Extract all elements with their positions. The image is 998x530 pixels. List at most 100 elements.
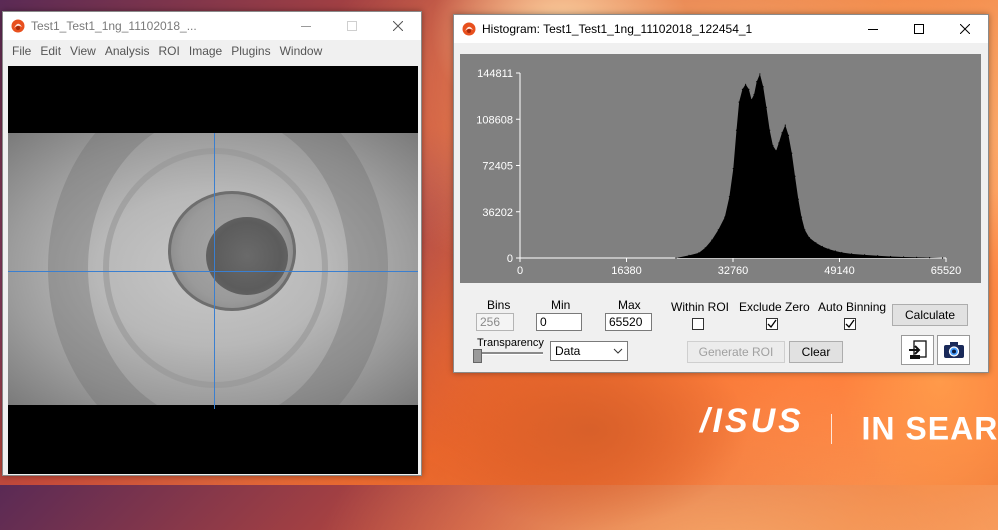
clear-button[interactable]: Clear bbox=[789, 341, 843, 363]
y-tick-label: 108608 bbox=[476, 114, 513, 126]
bins-label: Bins bbox=[487, 298, 510, 312]
y-tick-label: 72405 bbox=[482, 161, 513, 173]
histogram-point bbox=[756, 81, 757, 82]
snapshot-button[interactable] bbox=[937, 335, 970, 365]
histogram-point bbox=[822, 246, 823, 247]
histogram-point bbox=[815, 242, 816, 243]
transparency-slider-thumb[interactable] bbox=[473, 349, 482, 363]
histogram-area bbox=[676, 74, 943, 258]
histogram-point bbox=[751, 99, 752, 100]
export-icon bbox=[907, 339, 929, 361]
check-icon bbox=[845, 319, 855, 329]
min-label: Min bbox=[551, 298, 570, 312]
histogram-point bbox=[776, 150, 777, 151]
maximize-icon bbox=[914, 24, 924, 34]
histogram-point bbox=[890, 256, 891, 257]
histogram-point bbox=[711, 240, 712, 241]
image-window[interactable]: Test1_Test1_1ng_11102018_... File Edit V… bbox=[2, 11, 422, 476]
max-field[interactable]: 65520 bbox=[605, 313, 652, 331]
window-title: Histogram: Test1_Test1_1ng_11102018_1224… bbox=[482, 22, 752, 36]
histogram-point bbox=[804, 229, 805, 230]
close-button[interactable] bbox=[375, 12, 421, 40]
fiji-app-icon bbox=[11, 19, 25, 33]
histogram-point bbox=[718, 229, 719, 230]
desktop-brand: /ISUS IN SEARC bbox=[700, 402, 998, 447]
histogram-point bbox=[828, 249, 829, 250]
menu-edit[interactable]: Edit bbox=[36, 44, 66, 58]
min-field[interactable]: 0 bbox=[536, 313, 582, 331]
x-tick-label: 32760 bbox=[718, 265, 749, 277]
x-tick-label: 49140 bbox=[824, 265, 855, 277]
histogram-plot[interactable]: 0362027240510860814481101638032760491406… bbox=[460, 54, 981, 283]
histogram-point bbox=[785, 125, 786, 126]
minimize-button[interactable] bbox=[850, 15, 896, 43]
exclude-zero-checkbox[interactable] bbox=[766, 318, 778, 330]
histogram-point bbox=[781, 132, 782, 133]
menu-roi[interactable]: ROI bbox=[155, 44, 185, 58]
maximize-button[interactable] bbox=[896, 15, 942, 43]
bins-field[interactable]: 256 bbox=[476, 313, 514, 331]
crosshair-horizontal bbox=[8, 271, 418, 272]
histogram-controls: Bins 256 Min 0 Max 65520 Within ROI Excl… bbox=[460, 291, 981, 367]
image-canvas[interactable] bbox=[8, 66, 418, 474]
histogram-point bbox=[748, 89, 749, 90]
histogram-point bbox=[788, 135, 789, 136]
brand-logo: /ISUS bbox=[700, 402, 804, 440]
histogram-point bbox=[864, 254, 865, 255]
within-roi-label: Within ROI bbox=[671, 300, 729, 314]
histogram-chart: 0362027240510860814481101638032760491406… bbox=[460, 54, 981, 283]
x-tick-label: 16380 bbox=[611, 265, 642, 277]
minimize-icon bbox=[301, 21, 311, 31]
y-tick-label: 36202 bbox=[482, 207, 513, 219]
y-tick-label: 144811 bbox=[477, 68, 513, 80]
calculate-button[interactable]: Calculate bbox=[892, 304, 968, 326]
histogram-point bbox=[903, 256, 904, 257]
menu-window[interactable]: Window bbox=[276, 44, 328, 58]
histogram-point bbox=[841, 252, 842, 253]
menu-image[interactable]: Image bbox=[185, 44, 227, 58]
transparency-label: Transparency bbox=[477, 337, 544, 349]
histogram-point bbox=[835, 250, 836, 251]
histogram-point bbox=[754, 94, 755, 95]
histogram-point bbox=[745, 84, 746, 85]
close-button[interactable] bbox=[942, 15, 988, 43]
histogram-point bbox=[801, 217, 802, 218]
minimize-button[interactable] bbox=[283, 12, 329, 40]
histogram-point bbox=[769, 130, 770, 131]
brand-tagline: IN SEARC bbox=[862, 410, 998, 446]
y-tick-label: 0 bbox=[507, 253, 513, 265]
image-window-titlebar[interactable]: Test1_Test1_1ng_11102018_... bbox=[3, 12, 421, 40]
data-select[interactable]: Data bbox=[550, 341, 628, 361]
menu-plugins[interactable]: Plugins bbox=[227, 44, 275, 58]
brand-separator bbox=[831, 414, 832, 444]
menu-analysis[interactable]: Analysis bbox=[101, 44, 155, 58]
histogram-point bbox=[742, 89, 743, 90]
histogram-point bbox=[739, 102, 740, 103]
max-label: Max bbox=[618, 298, 641, 312]
window-title: Test1_Test1_1ng_11102018_... bbox=[31, 19, 197, 33]
cell-nucleus bbox=[206, 217, 288, 295]
menubar: File Edit View Analysis ROI Image Plugin… bbox=[3, 40, 421, 62]
histogram-point bbox=[929, 257, 930, 258]
histogram-point bbox=[675, 257, 676, 258]
maximize-button[interactable] bbox=[329, 12, 375, 40]
histogram-point bbox=[778, 142, 779, 143]
histogram-point bbox=[724, 217, 725, 218]
histogram-point bbox=[809, 237, 810, 238]
histogram-point bbox=[729, 196, 730, 197]
exclude-zero-label: Exclude Zero bbox=[739, 300, 810, 314]
histogram-point bbox=[851, 253, 852, 254]
fiji-app-icon bbox=[462, 22, 476, 36]
histogram-point bbox=[798, 199, 799, 200]
within-roi-checkbox[interactable] bbox=[692, 318, 704, 330]
histogram-point bbox=[688, 255, 689, 256]
generate-roi-button[interactable]: Generate ROI bbox=[687, 341, 785, 363]
auto-binning-checkbox[interactable] bbox=[844, 318, 856, 330]
histogram-window-titlebar[interactable]: Histogram: Test1_Test1_1ng_11102018_1224… bbox=[454, 15, 988, 43]
transparency-slider-track[interactable] bbox=[477, 352, 543, 355]
histogram-window[interactable]: Histogram: Test1_Test1_1ng_11102018_1224… bbox=[453, 14, 989, 373]
menu-view[interactable]: View bbox=[66, 44, 101, 58]
histogram-point bbox=[794, 176, 795, 177]
export-button[interactable] bbox=[901, 335, 934, 365]
menu-file[interactable]: File bbox=[8, 44, 36, 58]
